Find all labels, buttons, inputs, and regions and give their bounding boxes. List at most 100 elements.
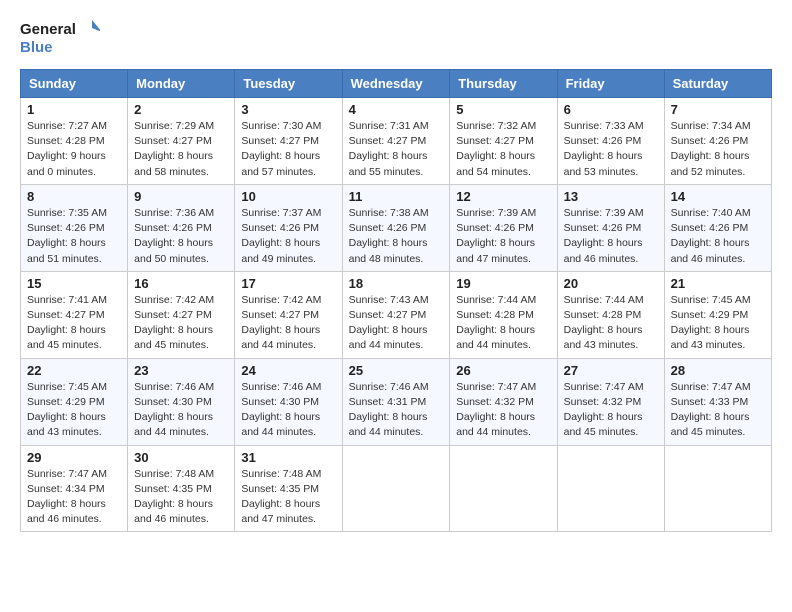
day-info: Sunrise: 7:30 AM Sunset: 4:27 PM Dayligh…: [241, 120, 321, 178]
calendar-cell: 7 Sunrise: 7:34 AM Sunset: 4:26 PM Dayli…: [664, 98, 771, 185]
calendar-week-3: 15 Sunrise: 7:41 AM Sunset: 4:27 PM Dayl…: [21, 271, 772, 358]
day-info: Sunrise: 7:40 AM Sunset: 4:26 PM Dayligh…: [671, 207, 751, 265]
day-number: 31: [241, 450, 335, 465]
day-number: 25: [349, 363, 444, 378]
calendar-cell: [450, 445, 557, 532]
calendar-cell: [664, 445, 771, 532]
day-number: 16: [134, 276, 228, 291]
day-number: 10: [241, 189, 335, 204]
day-info: Sunrise: 7:44 AM Sunset: 4:28 PM Dayligh…: [456, 294, 536, 352]
calendar-cell: 28 Sunrise: 7:47 AM Sunset: 4:33 PM Dayl…: [664, 358, 771, 445]
day-number: 4: [349, 102, 444, 117]
day-info: Sunrise: 7:46 AM Sunset: 4:31 PM Dayligh…: [349, 381, 429, 439]
day-number: 9: [134, 189, 228, 204]
day-number: 11: [349, 189, 444, 204]
day-info: Sunrise: 7:35 AM Sunset: 4:26 PM Dayligh…: [27, 207, 107, 265]
day-info: Sunrise: 7:42 AM Sunset: 4:27 PM Dayligh…: [134, 294, 214, 352]
calendar-cell: [342, 445, 450, 532]
day-number: 26: [456, 363, 550, 378]
calendar-week-5: 29 Sunrise: 7:47 AM Sunset: 4:34 PM Dayl…: [21, 445, 772, 532]
day-number: 3: [241, 102, 335, 117]
day-info: Sunrise: 7:45 AM Sunset: 4:29 PM Dayligh…: [671, 294, 751, 352]
day-info: Sunrise: 7:41 AM Sunset: 4:27 PM Dayligh…: [27, 294, 107, 352]
day-number: 8: [27, 189, 121, 204]
calendar-cell: 2 Sunrise: 7:29 AM Sunset: 4:27 PM Dayli…: [128, 98, 235, 185]
calendar-cell: 22 Sunrise: 7:45 AM Sunset: 4:29 PM Dayl…: [21, 358, 128, 445]
day-info: Sunrise: 7:46 AM Sunset: 4:30 PM Dayligh…: [241, 381, 321, 439]
day-info: Sunrise: 7:47 AM Sunset: 4:32 PM Dayligh…: [564, 381, 644, 439]
calendar-cell: 23 Sunrise: 7:46 AM Sunset: 4:30 PM Dayl…: [128, 358, 235, 445]
calendar-cell: 20 Sunrise: 7:44 AM Sunset: 4:28 PM Dayl…: [557, 271, 664, 358]
svg-text:General: General: [20, 21, 76, 38]
calendar-week-1: 1 Sunrise: 7:27 AM Sunset: 4:28 PM Dayli…: [21, 98, 772, 185]
day-number: 29: [27, 450, 121, 465]
svg-text:Blue: Blue: [20, 39, 53, 56]
day-number: 24: [241, 363, 335, 378]
day-number: 30: [134, 450, 228, 465]
day-info: Sunrise: 7:48 AM Sunset: 4:35 PM Dayligh…: [134, 468, 214, 526]
calendar-cell: 4 Sunrise: 7:31 AM Sunset: 4:27 PM Dayli…: [342, 98, 450, 185]
logo-svg: General Blue: [20, 16, 100, 61]
calendar-cell: 13 Sunrise: 7:39 AM Sunset: 4:26 PM Dayl…: [557, 184, 664, 271]
day-number: 27: [564, 363, 658, 378]
day-info: Sunrise: 7:36 AM Sunset: 4:26 PM Dayligh…: [134, 207, 214, 265]
calendar-cell: 6 Sunrise: 7:33 AM Sunset: 4:26 PM Dayli…: [557, 98, 664, 185]
calendar-cell: 5 Sunrise: 7:32 AM Sunset: 4:27 PM Dayli…: [450, 98, 557, 185]
weekday-header-monday: Monday: [128, 70, 235, 98]
calendar-cell: 14 Sunrise: 7:40 AM Sunset: 4:26 PM Dayl…: [664, 184, 771, 271]
day-info: Sunrise: 7:47 AM Sunset: 4:34 PM Dayligh…: [27, 468, 107, 526]
weekday-header-saturday: Saturday: [664, 70, 771, 98]
day-info: Sunrise: 7:47 AM Sunset: 4:32 PM Dayligh…: [456, 381, 536, 439]
day-info: Sunrise: 7:42 AM Sunset: 4:27 PM Dayligh…: [241, 294, 321, 352]
calendar-cell: 16 Sunrise: 7:42 AM Sunset: 4:27 PM Dayl…: [128, 271, 235, 358]
day-number: 18: [349, 276, 444, 291]
day-info: Sunrise: 7:29 AM Sunset: 4:27 PM Dayligh…: [134, 120, 214, 178]
day-number: 22: [27, 363, 121, 378]
day-number: 1: [27, 102, 121, 117]
calendar-week-4: 22 Sunrise: 7:45 AM Sunset: 4:29 PM Dayl…: [21, 358, 772, 445]
day-number: 6: [564, 102, 658, 117]
calendar-cell: 10 Sunrise: 7:37 AM Sunset: 4:26 PM Dayl…: [235, 184, 342, 271]
calendar-cell: 21 Sunrise: 7:45 AM Sunset: 4:29 PM Dayl…: [664, 271, 771, 358]
day-info: Sunrise: 7:39 AM Sunset: 4:26 PM Dayligh…: [564, 207, 644, 265]
calendar-cell: 9 Sunrise: 7:36 AM Sunset: 4:26 PM Dayli…: [128, 184, 235, 271]
day-number: 15: [27, 276, 121, 291]
day-info: Sunrise: 7:34 AM Sunset: 4:26 PM Dayligh…: [671, 120, 751, 178]
calendar-cell: [557, 445, 664, 532]
day-number: 20: [564, 276, 658, 291]
day-info: Sunrise: 7:33 AM Sunset: 4:26 PM Dayligh…: [564, 120, 644, 178]
day-number: 28: [671, 363, 765, 378]
day-info: Sunrise: 7:45 AM Sunset: 4:29 PM Dayligh…: [27, 381, 107, 439]
calendar-cell: 30 Sunrise: 7:48 AM Sunset: 4:35 PM Dayl…: [128, 445, 235, 532]
day-number: 14: [671, 189, 765, 204]
calendar-cell: 11 Sunrise: 7:38 AM Sunset: 4:26 PM Dayl…: [342, 184, 450, 271]
weekday-header-tuesday: Tuesday: [235, 70, 342, 98]
day-info: Sunrise: 7:32 AM Sunset: 4:27 PM Dayligh…: [456, 120, 536, 178]
day-info: Sunrise: 7:46 AM Sunset: 4:30 PM Dayligh…: [134, 381, 214, 439]
calendar-cell: 31 Sunrise: 7:48 AM Sunset: 4:35 PM Dayl…: [235, 445, 342, 532]
calendar-cell: 1 Sunrise: 7:27 AM Sunset: 4:28 PM Dayli…: [21, 98, 128, 185]
calendar-cell: 12 Sunrise: 7:39 AM Sunset: 4:26 PM Dayl…: [450, 184, 557, 271]
calendar-cell: 8 Sunrise: 7:35 AM Sunset: 4:26 PM Dayli…: [21, 184, 128, 271]
day-info: Sunrise: 7:39 AM Sunset: 4:26 PM Dayligh…: [456, 207, 536, 265]
day-number: 2: [134, 102, 228, 117]
day-number: 21: [671, 276, 765, 291]
weekday-header-sunday: Sunday: [21, 70, 128, 98]
calendar-cell: 25 Sunrise: 7:46 AM Sunset: 4:31 PM Dayl…: [342, 358, 450, 445]
day-info: Sunrise: 7:31 AM Sunset: 4:27 PM Dayligh…: [349, 120, 429, 178]
day-number: 12: [456, 189, 550, 204]
page-header: General Blue: [20, 16, 772, 61]
day-info: Sunrise: 7:43 AM Sunset: 4:27 PM Dayligh…: [349, 294, 429, 352]
day-number: 7: [671, 102, 765, 117]
day-info: Sunrise: 7:27 AM Sunset: 4:28 PM Dayligh…: [27, 120, 107, 178]
calendar-cell: 3 Sunrise: 7:30 AM Sunset: 4:27 PM Dayli…: [235, 98, 342, 185]
day-info: Sunrise: 7:48 AM Sunset: 4:35 PM Dayligh…: [241, 468, 321, 526]
day-info: Sunrise: 7:37 AM Sunset: 4:26 PM Dayligh…: [241, 207, 321, 265]
calendar-cell: 29 Sunrise: 7:47 AM Sunset: 4:34 PM Dayl…: [21, 445, 128, 532]
day-number: 19: [456, 276, 550, 291]
calendar-cell: 26 Sunrise: 7:47 AM Sunset: 4:32 PM Dayl…: [450, 358, 557, 445]
weekday-header-wednesday: Wednesday: [342, 70, 450, 98]
weekday-header-thursday: Thursday: [450, 70, 557, 98]
calendar-cell: 17 Sunrise: 7:42 AM Sunset: 4:27 PM Dayl…: [235, 271, 342, 358]
calendar-table: SundayMondayTuesdayWednesdayThursdayFrid…: [20, 69, 772, 532]
